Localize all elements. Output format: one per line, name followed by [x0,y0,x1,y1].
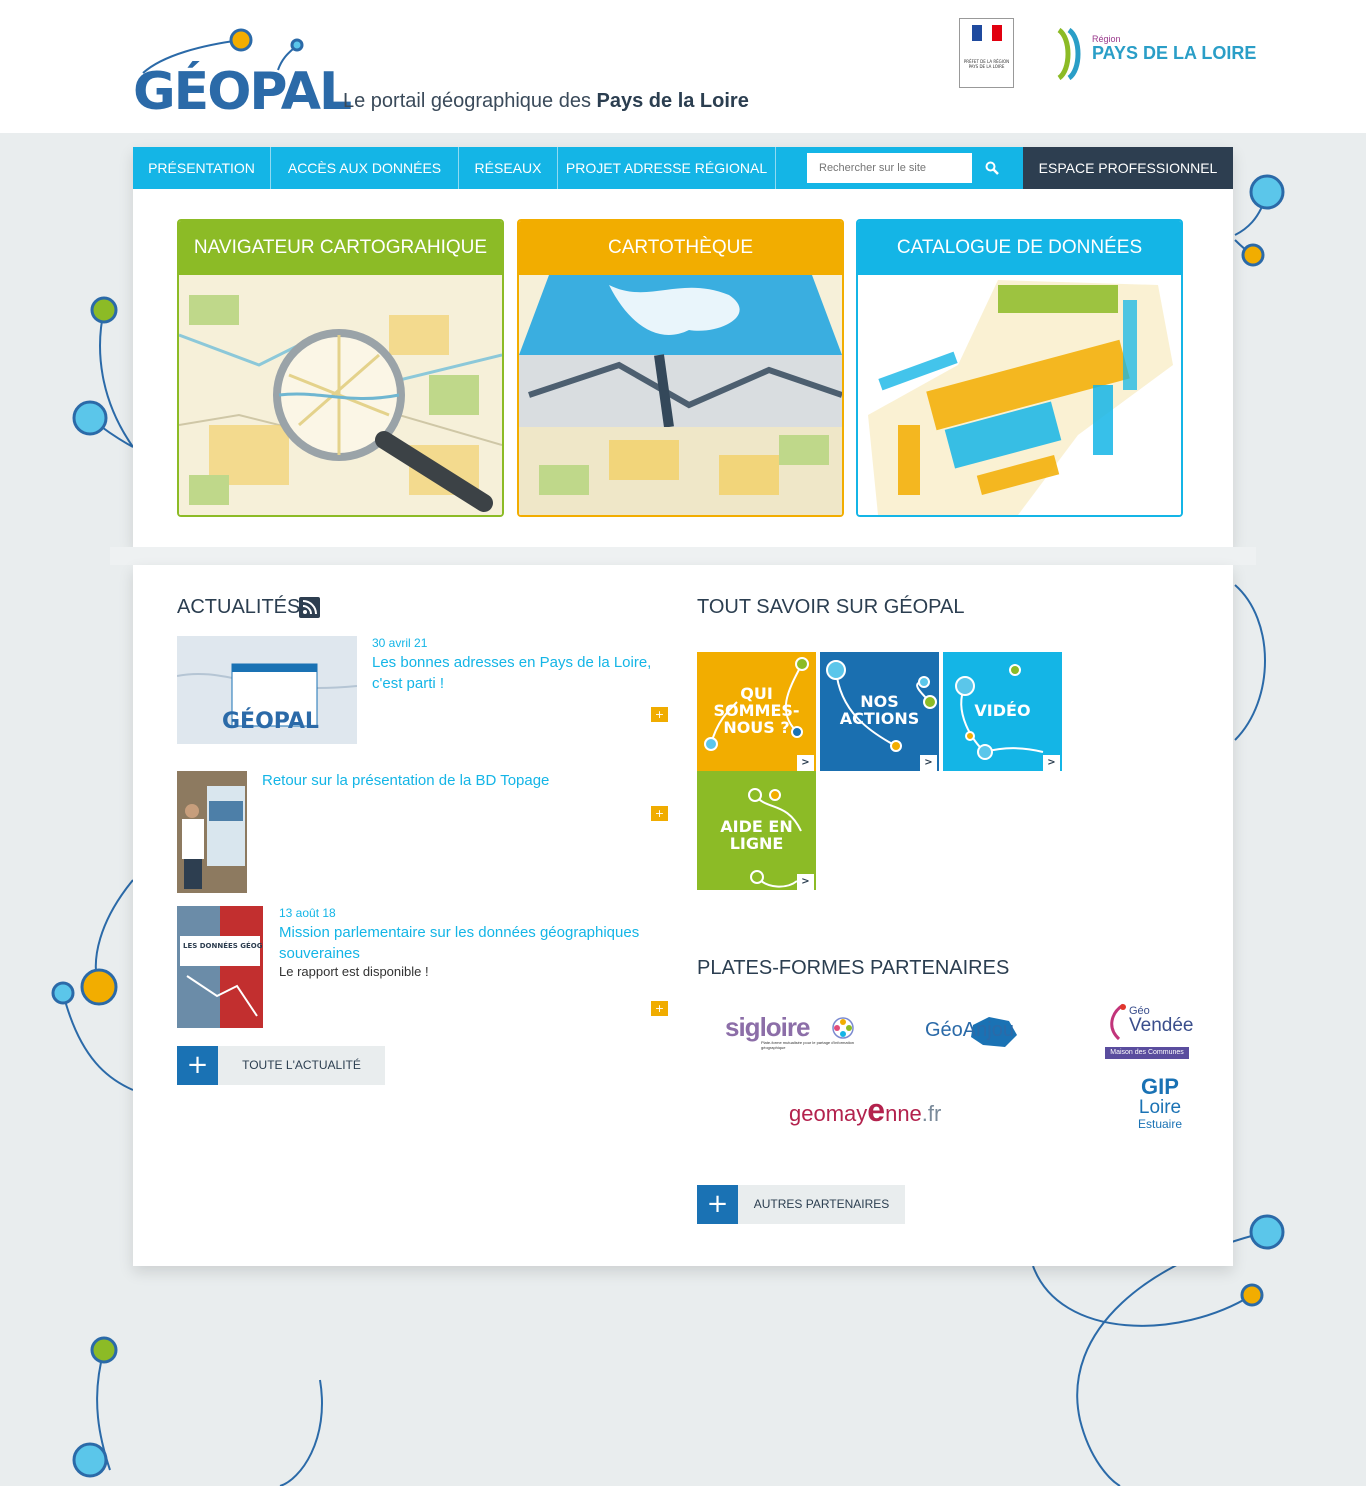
prefet-text: PRÉFET DE LA RÉGION PAYS DE LA LOIRE [963,59,1010,69]
partner-geoanjou[interactable]: GéoAnjou [925,1011,1035,1051]
partner-geomayenne[interactable]: geomayenne.fr [789,1086,959,1128]
news-title[interactable]: Mission parlementaire sur les données gé… [279,922,659,964]
card-navigateur[interactable]: Navigateur cartograhique [177,219,504,517]
thumb-report-title: LES DONNÉES GÉOGRAPHIQUES SOUVERAINES [183,941,263,950]
top-panel: Présentation Accès aux données Réseaux P… [133,147,1233,547]
search-button[interactable] [975,153,1009,183]
plus-icon: + [697,1185,738,1224]
tile-go-button[interactable]: > [797,755,814,771]
tagline: Le portail géographique des Pays de la L… [343,90,749,113]
tile-label: Vidéo [974,701,1031,720]
map-layers-image [519,275,842,515]
map-magnifier-image [179,275,502,515]
gip-estuaire-text: Estuaire [1137,1117,1183,1131]
all-news-label: Toute l'actualité [242,1058,361,1072]
rss-icon[interactable] [299,597,320,618]
about-section-title: Tout savoir sur Géopal [697,596,965,618]
search-icon [985,161,999,175]
search-input[interactable] [807,153,972,183]
news-subtitle: Le rapport est disponible ! [279,964,429,979]
sigloire-subtitle: Plate-forme mutualisée pour le partage d… [761,1040,855,1050]
gip-loire-text: Loire [1138,1097,1182,1118]
news-title[interactable]: Retour sur la présentation de la BD Topa… [262,770,652,791]
tile-label: Aide en ligne [720,817,793,853]
news-thumbnail-1: GÉOPAL [177,636,357,758]
site-header: GÉOPAL Le portail géographique des Pays … [0,0,1366,133]
card-cartotheque-title: Cartothèque [519,221,842,282]
news-date: 30 avril 21 [372,636,428,650]
region-mark-icon [1057,28,1081,80]
news-more-button[interactable]: + [651,1001,668,1016]
nav-acces-donnees[interactable]: Accès aux données [271,147,459,189]
news-item[interactable]: GÉOPAL 30 avril 21 Les bonnes adresses e… [177,636,668,758]
news-more-button[interactable]: + [651,707,668,722]
tile-video[interactable]: Vidéo > [943,652,1062,771]
geovendee-subtitle: Maison des Communes [1105,1047,1189,1059]
word-cloud-image [858,275,1181,515]
french-flag-icon [972,25,1002,41]
nav-presentation[interactable]: Présentation [133,147,271,189]
tile-aide-en-ligne[interactable]: Aide en ligne > [697,771,816,890]
tile-label: Qui sommes-nous ? [713,684,800,737]
news-thumbnail-3: LES DONNÉES GÉOGRAPHIQUES SOUVERAINES [177,906,263,1028]
partners-section-title: Plates-formes partenaires [697,957,1010,979]
news-more-button[interactable]: + [651,806,668,821]
nav-projet-adresse[interactable]: Projet Adresse Régional [558,147,776,189]
news-item[interactable]: Retour sur la présentation de la BD Topa… [177,771,668,893]
thumb-geopal-logo: GÉOPAL [222,708,319,734]
news-date: 13 août 18 [279,906,336,920]
card-catalogue-title: Catalogue de données [858,221,1181,282]
tile-go-button[interactable]: > [797,874,814,890]
news-section-title: Actualités [177,596,301,618]
espace-professionnel-button[interactable]: Espace professionnel [1023,147,1233,189]
partner-sigloire[interactable]: sigloire Plate-forme mutualisée pour le … [725,1012,860,1050]
news-item[interactable]: LES DONNÉES GÉOGRAPHIQUES SOUVERAINES 13… [177,906,668,1028]
tile-go-button[interactable]: > [1043,755,1060,771]
card-navigateur-title: Navigateur cartograhique [179,221,502,282]
partner-geovendee[interactable]: Géo Vendée Maison des Communes [1105,1001,1193,1063]
main-nav: Présentation Accès aux données Réseaux P… [133,147,1233,189]
tile-go-button[interactable]: > [920,755,937,771]
gip-text: GIP [1141,1074,1179,1099]
logo[interactable]: GÉOPAL [133,62,352,122]
geoanjou-logo-text: GéoAnjou [925,1019,1014,1041]
region-name: PAYS DE LA LOIRE [1092,43,1257,63]
tile-qui-sommes-nous[interactable]: Qui sommes-nous ? > [697,652,816,771]
news-title[interactable]: Les bonnes adresses en Pays de la Loire,… [372,652,657,694]
region-logo[interactable]: Région PAYS DE LA LOIRE [1055,28,1256,80]
flower-icon [832,1017,854,1039]
all-news-button[interactable]: + Toute l'actualité [177,1046,385,1085]
news-thumbnail-2 [177,771,247,893]
other-partners-button[interactable]: + Autres partenaires [697,1185,905,1224]
sigloire-logo-text: sigloire [725,1012,810,1042]
tile-label: Nos actions [839,692,920,728]
geovendee-main-text: Vendée [1129,1015,1194,1036]
vendee-mark-icon [1110,1003,1126,1041]
geomayenne-logo-text: geomayenne.fr [789,1092,942,1128]
section-divider [110,547,1256,565]
nav-reseaux[interactable]: Réseaux [459,147,558,189]
card-cartotheque[interactable]: Cartothèque [517,219,844,517]
tagline-prefix: Le portail géographique des [343,90,591,112]
card-catalogue[interactable]: Catalogue de données [856,219,1183,517]
prefet-logo[interactable]: PRÉFET DE LA RÉGION PAYS DE LA LOIRE [959,18,1014,88]
tile-nos-actions[interactable]: Nos actions > [820,652,939,771]
other-partners-label: Autres partenaires [753,1197,890,1211]
tagline-region: Pays de la Loire [596,90,749,112]
bottom-panel: Actualités GÉOPAL 30 avril 21 Les bonnes… [133,565,1233,1266]
plus-icon: + [177,1046,218,1085]
partner-gip-loire-estuaire[interactable]: GIP Loire Estuaire [1133,1076,1187,1136]
